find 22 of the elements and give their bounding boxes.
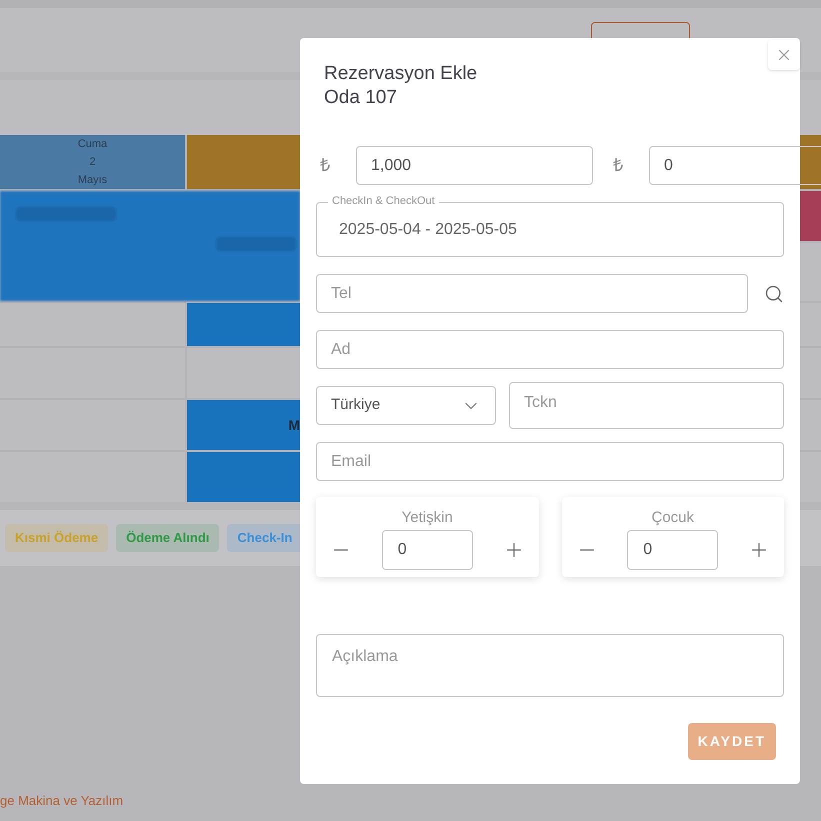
search-icon[interactable] (764, 284, 784, 304)
status-tag: Kısmi Ödeme (5, 524, 108, 552)
tckn-field[interactable]: Tckn (509, 382, 784, 429)
footer-text: ge Makina ve Yazılım (0, 792, 124, 810)
modal-subtitle: Oda 107 (324, 86, 398, 110)
currency-sign: ₺ (612, 154, 624, 177)
status-tag: Check-In (227, 524, 302, 552)
status-tag: Ödeme Alındı (116, 524, 220, 552)
name-field[interactable]: Ad (316, 330, 784, 369)
description-field[interactable]: Açıklama (316, 634, 784, 697)
modal-title: Rezervasyon Ekle (324, 62, 478, 86)
counter-field[interactable]: 0 (382, 530, 473, 570)
counter-label: Çocuk (651, 509, 694, 527)
counter-label: Yetişkin (402, 509, 453, 527)
counter-field[interactable]: 0 (627, 530, 718, 570)
price-field[interactable]: 1,000 (356, 146, 593, 185)
currency-sign: ₺ (319, 154, 331, 177)
country-select[interactable]: Türkiye (316, 386, 496, 425)
email-field[interactable]: Email (316, 442, 784, 481)
day-header: Cuma 2 Mayıs (0, 135, 185, 189)
price-field[interactable]: 0 (649, 146, 821, 185)
phone-field[interactable]: Tel (316, 274, 748, 313)
